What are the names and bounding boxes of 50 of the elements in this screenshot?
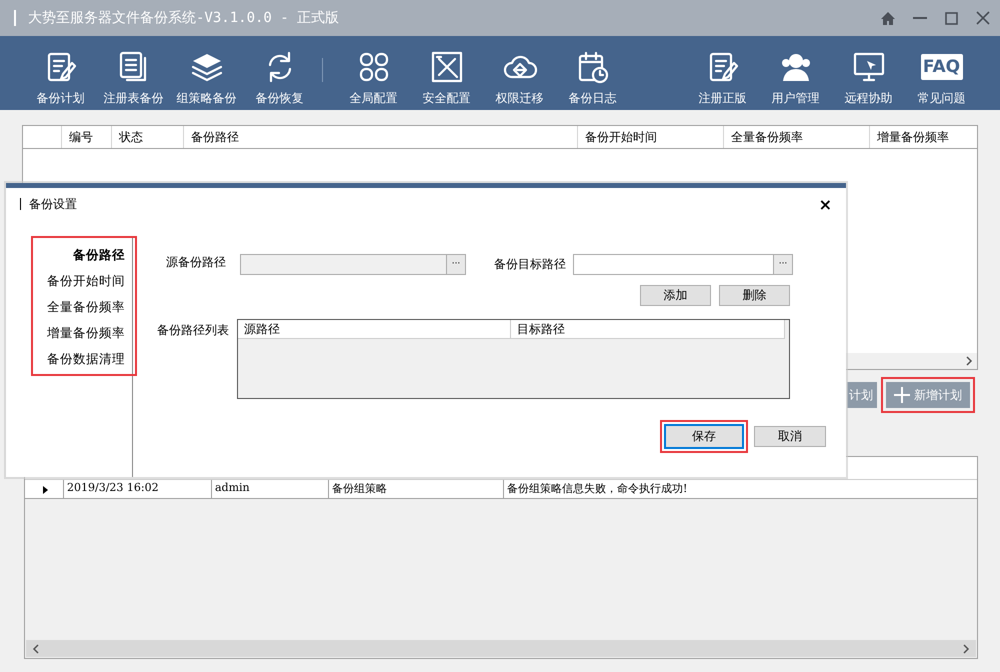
table-cell: admin — [211, 480, 328, 498]
target-path-field[interactable]: ··· — [573, 254, 793, 275]
plus-icon — [894, 387, 910, 403]
toolbar-button[interactable]: 组策略备份 — [170, 36, 243, 110]
field-label: 备份路径列表 — [157, 322, 230, 339]
scroll-right-icon[interactable] — [962, 644, 970, 654]
close-icon[interactable] — [976, 11, 990, 25]
save-button[interactable]: 保存 — [664, 424, 744, 449]
nav-item[interactable]: 全量备份频率 — [47, 299, 125, 316]
column-header: 状态 — [111, 126, 183, 148]
home-icon[interactable] — [881, 12, 895, 24]
column-header: 备份开始时间 — [577, 126, 723, 148]
column-header: 编号 — [61, 126, 111, 148]
toolbar-button[interactable]: 权限迁移 — [483, 36, 556, 110]
toolbar-button[interactable]: 备份恢复 — [243, 36, 316, 110]
toolbar-button[interactable]: FAQ 常见问题 — [905, 36, 978, 110]
window-title: 大势至服务器文件备份系统-V3.1.0.0 - 正式版 — [28, 9, 340, 27]
nav-item[interactable]: 备份数据清理 — [47, 351, 125, 368]
table-cell: 备份组策略信息失败，命令执行成功! — [503, 480, 977, 498]
table-cell: 2019/3/23 16:02 — [63, 480, 211, 498]
toolbar-button[interactable]: 远程协助 — [832, 36, 905, 110]
faq-icon: FAQ — [920, 54, 962, 80]
column-header: 目标路径 — [511, 320, 785, 338]
delete-button[interactable]: 删除 — [719, 285, 790, 306]
nav-item[interactable]: 增量备份频率 — [47, 325, 125, 342]
column-header: 全量备份频率 — [723, 126, 869, 148]
path-list[interactable]: 源路径 目标路径 — [237, 319, 790, 399]
toolbar-button[interactable]: 注册正版 — [686, 36, 759, 110]
table-cell: 备份组策略 — [328, 480, 503, 498]
scroll-right-icon[interactable] — [965, 356, 973, 366]
maximize-icon[interactable] — [945, 12, 958, 24]
toolbar-button[interactable]: 全局配置 — [337, 36, 410, 110]
toolbar-button[interactable]: 备份计划 — [24, 36, 97, 110]
nav-item[interactable]: 备份开始时间 — [47, 273, 125, 290]
dialog-title: 备份设置 — [29, 196, 78, 212]
column-header: 备份路径 — [183, 126, 577, 148]
scroll-left-icon[interactable] — [32, 644, 40, 654]
cancel-button[interactable]: 取消 — [754, 426, 826, 447]
column-header: 增量备份频率 — [869, 126, 977, 148]
toolbar-button[interactable]: 用户管理 — [759, 36, 832, 110]
toolbar-button[interactable]: 备份日志 — [556, 36, 629, 110]
close-button[interactable]: × — [818, 194, 832, 214]
nav-item[interactable]: 备份路径 — [73, 247, 125, 264]
toolbar-button[interactable]: 注册表备份 — [97, 36, 170, 110]
add-button[interactable]: 添加 — [640, 285, 711, 306]
column-header: 源路径 — [238, 320, 511, 338]
browse-button[interactable]: ··· — [773, 255, 792, 274]
field-label: 源备份路径 — [166, 254, 227, 271]
field-label: 备份目标路径 — [494, 256, 567, 273]
toolbar-button[interactable]: 安全配置 — [410, 36, 483, 110]
